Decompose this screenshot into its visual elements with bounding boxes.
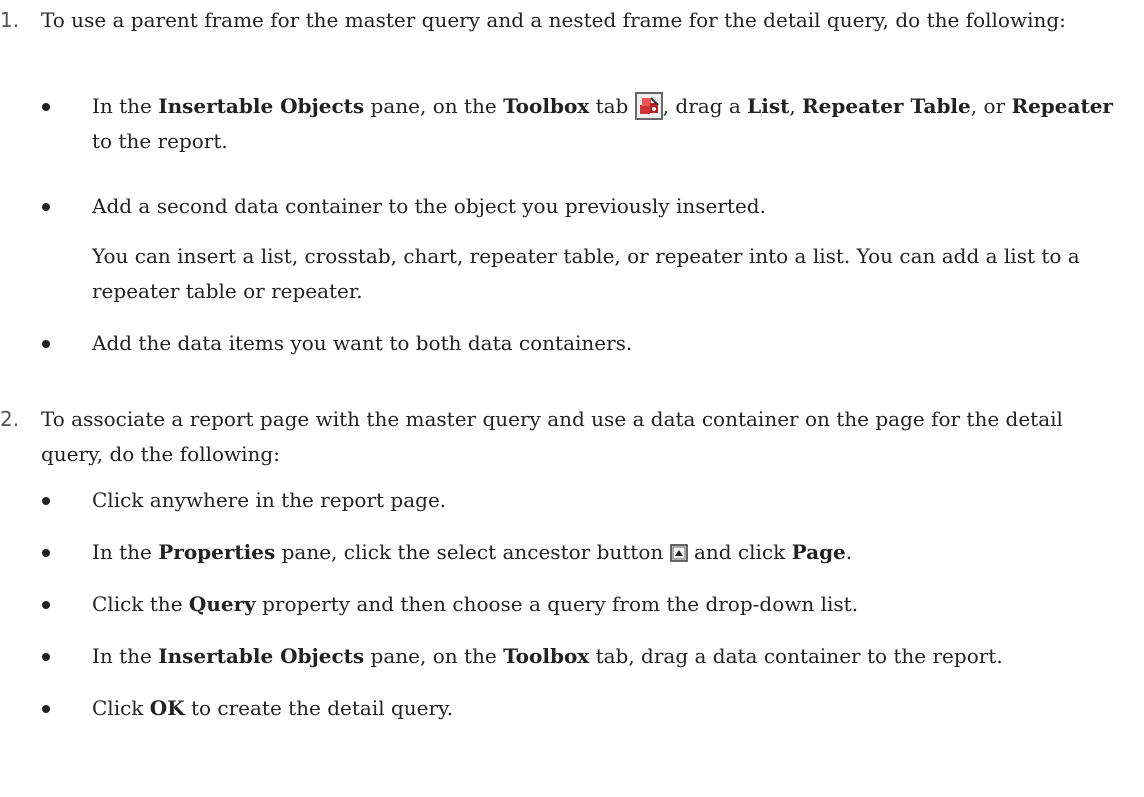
ui-term-page: Page xyxy=(791,540,846,564)
select-ancestor-icon xyxy=(669,538,688,562)
document-page: 1. To use a parent frame for the master … xyxy=(0,0,1144,797)
list-item: Click the Query property and then choose… xyxy=(42,587,1122,622)
step-text: To use a parent frame for the master que… xyxy=(41,8,1066,32)
ui-term-insertable-objects: Insertable Objects xyxy=(158,94,365,118)
list-item: In the Insertable Objects pane, on the T… xyxy=(42,89,1122,159)
bullet-dot xyxy=(42,601,50,609)
list-item: In the Insertable Objects pane, on the T… xyxy=(42,639,1122,674)
bullet-dot xyxy=(42,340,50,348)
ui-term-insertable-objects: Insertable Objects xyxy=(158,644,365,668)
list-item: Click OK to create the detail query. xyxy=(42,691,1122,726)
bullet-dot xyxy=(42,497,50,505)
ui-term-query: Query xyxy=(188,592,256,616)
bullet-dot xyxy=(42,653,50,661)
list-item: In the Properties pane, click the select… xyxy=(42,535,1122,570)
ui-term-repeater: Repeater xyxy=(1011,94,1113,118)
note-paragraph: You can insert a list, crosstab, chart, … xyxy=(92,244,1080,303)
list-item: Click anywhere in the report page. xyxy=(42,483,1122,518)
bullet-dot xyxy=(42,203,50,211)
step-number: 2. xyxy=(0,407,20,431)
bullet-dot xyxy=(42,705,50,713)
bullet-dot xyxy=(42,549,50,557)
step-number: 1. xyxy=(0,8,20,32)
step-text: To associate a report page with the mast… xyxy=(41,407,1063,466)
ui-term-toolbox: Toolbox xyxy=(503,94,590,118)
ui-term-ok: OK xyxy=(149,696,185,720)
toolbox-icon xyxy=(634,92,663,120)
ui-term-list: List xyxy=(747,94,790,118)
ui-term-toolbox: Toolbox xyxy=(503,644,590,668)
ui-term-properties: Properties xyxy=(158,540,276,564)
bullet-dot xyxy=(42,103,50,111)
list-item: Add the data items you want to both data… xyxy=(42,326,1122,361)
ui-term-repeater-table: Repeater Table xyxy=(802,94,971,118)
list-item: Add a second data container to the objec… xyxy=(42,189,1122,224)
